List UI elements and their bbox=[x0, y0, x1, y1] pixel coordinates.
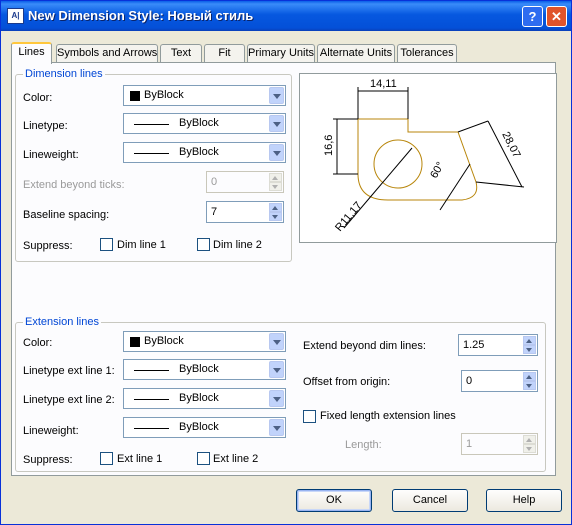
preview-dim-top: 14,11 bbox=[370, 78, 397, 90]
offset-from-origin-spinner[interactable]: 0 bbox=[461, 370, 538, 392]
spin-up-icon[interactable] bbox=[523, 372, 536, 381]
baseline-spacing-label: Baseline spacing: bbox=[23, 209, 110, 221]
window-title: New Dimension Style: Новый стиль bbox=[28, 8, 254, 23]
ext-line-1-label[interactable]: Ext line 1 bbox=[117, 453, 162, 465]
offset-from-origin-value: 0 bbox=[466, 375, 473, 387]
dim-line-1-checkbox[interactable] bbox=[100, 238, 113, 251]
dim-line-1-label[interactable]: Dim line 1 bbox=[117, 239, 166, 251]
tab-fit[interactable]: Fit bbox=[204, 44, 245, 63]
ext-lineweight-label: Lineweight: bbox=[23, 425, 79, 437]
ext-line-2-label[interactable]: Ext line 2 bbox=[213, 453, 258, 465]
fixed-length-checkbox[interactable] bbox=[303, 410, 316, 423]
spin-up-icon[interactable] bbox=[269, 203, 282, 212]
spin-up-icon[interactable] bbox=[269, 173, 282, 182]
extend-beyond-dim-lines-value: 1.25 bbox=[463, 339, 485, 351]
ext-line-2-checkbox[interactable] bbox=[197, 452, 210, 465]
baseline-spacing-value: 7 bbox=[211, 206, 218, 218]
extension-lines-title: Extension lines bbox=[23, 316, 101, 328]
preview-angle: 60° bbox=[428, 160, 447, 180]
linetype-sample bbox=[134, 399, 169, 400]
chevron-down-icon[interactable] bbox=[269, 115, 284, 132]
tab-symbols-and-arrows[interactable]: Symbols and Arrows bbox=[56, 44, 158, 63]
preview-dim-right: 28,07 bbox=[499, 130, 522, 160]
tab-text[interactable]: Text bbox=[160, 44, 202, 63]
autocad-dialog-icon: A| bbox=[7, 8, 24, 24]
help-button[interactable]: Help bbox=[486, 489, 562, 512]
color-swatch bbox=[130, 91, 140, 101]
ext-color-value: ByBlock bbox=[144, 335, 184, 347]
chevron-down-icon[interactable] bbox=[269, 333, 284, 350]
spin-up-icon[interactable] bbox=[523, 336, 536, 345]
extend-beyond-ticks-spinner[interactable]: 0 bbox=[206, 171, 284, 193]
spin-down-icon[interactable] bbox=[523, 381, 536, 390]
linetype-ext-line-2-select[interactable]: ByBlock bbox=[123, 388, 286, 409]
chevron-down-icon[interactable] bbox=[269, 361, 284, 378]
ext-lineweight-value: ByBlock bbox=[179, 421, 219, 433]
extend-beyond-ticks-label: Extend beyond ticks: bbox=[23, 179, 125, 191]
dim-suppress-label: Suppress: bbox=[23, 240, 73, 252]
dim-linetype-select[interactable]: ByBlock bbox=[123, 113, 286, 134]
length-label: Length: bbox=[345, 439, 382, 451]
dimension-preview: 14,11 16,6 28,07 60° R11,17 bbox=[299, 73, 557, 243]
chevron-down-icon[interactable] bbox=[269, 144, 284, 161]
length-spinner[interactable]: 1 bbox=[461, 433, 538, 455]
linetype-ext-line-2-value: ByBlock bbox=[179, 392, 219, 404]
tab-tolerances[interactable]: Tolerances bbox=[397, 44, 457, 63]
dialog-window: A| New Dimension Style: Новый стиль ? ✕ … bbox=[0, 0, 572, 525]
linetype-ext-line-1-select[interactable]: ByBlock bbox=[123, 359, 286, 380]
title-help-button[interactable]: ? bbox=[522, 6, 543, 27]
ext-color-label: Color: bbox=[23, 337, 53, 349]
dim-color-value: ByBlock bbox=[144, 89, 184, 101]
preview-radius: R11,17 bbox=[333, 200, 364, 234]
dim-linetype-value: ByBlock bbox=[179, 117, 219, 129]
dim-lineweight-label: Lineweight: bbox=[23, 149, 79, 161]
ext-line-1-checkbox[interactable] bbox=[100, 452, 113, 465]
cancel-button[interactable]: Cancel bbox=[392, 489, 468, 512]
title-bar[interactable]: A| New Dimension Style: Новый стиль ? ✕ bbox=[1, 1, 571, 31]
preview-drawing: 14,11 16,6 28,07 60° R11,17 bbox=[323, 78, 525, 234]
tab-alternate-units[interactable]: Alternate Units bbox=[317, 44, 395, 63]
lineweight-sample bbox=[134, 428, 169, 429]
tab-primary-units[interactable]: Primary Units bbox=[247, 44, 315, 63]
extend-beyond-ticks-value: 0 bbox=[211, 176, 218, 188]
title-close-button[interactable]: ✕ bbox=[546, 6, 567, 27]
spin-down-icon[interactable] bbox=[523, 345, 536, 354]
dim-line-2-checkbox[interactable] bbox=[197, 238, 210, 251]
length-value: 1 bbox=[466, 438, 473, 450]
color-swatch bbox=[130, 337, 140, 347]
spin-down-icon[interactable] bbox=[269, 212, 282, 221]
chevron-down-icon[interactable] bbox=[269, 419, 284, 436]
fixed-length-label[interactable]: Fixed length extension lines bbox=[320, 410, 456, 422]
extend-beyond-dim-lines-label: Extend beyond dim lines: bbox=[303, 340, 426, 352]
spin-down-icon[interactable] bbox=[269, 182, 282, 191]
linetype-sample bbox=[134, 124, 169, 125]
ext-color-select[interactable]: ByBlock bbox=[123, 331, 286, 352]
lineweight-sample bbox=[134, 153, 169, 154]
linetype-ext-line-1-label: Linetype ext line 1: bbox=[23, 365, 115, 377]
chevron-down-icon[interactable] bbox=[269, 87, 284, 104]
linetype-sample bbox=[134, 370, 169, 371]
tab-lines[interactable]: Lines bbox=[11, 42, 52, 64]
baseline-spacing-spinner[interactable]: 7 bbox=[206, 201, 284, 223]
dim-lineweight-value: ByBlock bbox=[179, 146, 219, 158]
linetype-ext-line-1-value: ByBlock bbox=[179, 363, 219, 375]
dim-lineweight-select[interactable]: ByBlock bbox=[123, 142, 286, 163]
dim-color-select[interactable]: ByBlock bbox=[123, 85, 286, 106]
ext-suppress-label: Suppress: bbox=[23, 454, 73, 466]
extend-beyond-dim-lines-spinner[interactable]: 1.25 bbox=[458, 334, 538, 356]
spin-down-icon[interactable] bbox=[523, 444, 536, 453]
ext-lineweight-select[interactable]: ByBlock bbox=[123, 417, 286, 438]
dim-color-label: Color: bbox=[23, 92, 53, 104]
dim-line-2-label[interactable]: Dim line 2 bbox=[213, 239, 262, 251]
dim-linetype-label: Linetype: bbox=[23, 120, 68, 132]
preview-dim-left: 16,6 bbox=[323, 135, 335, 156]
linetype-ext-line-2-label: Linetype ext line 2: bbox=[23, 394, 115, 406]
offset-from-origin-label: Offset from origin: bbox=[303, 376, 391, 388]
dimension-lines-title: Dimension lines bbox=[23, 68, 105, 80]
spin-up-icon[interactable] bbox=[523, 435, 536, 444]
ok-button[interactable]: OK bbox=[296, 489, 372, 512]
chevron-down-icon[interactable] bbox=[269, 390, 284, 407]
